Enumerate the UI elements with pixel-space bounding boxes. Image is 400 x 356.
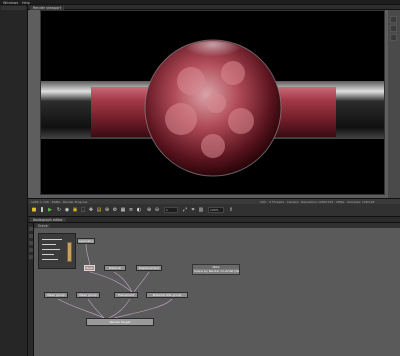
camera-icon[interactable]: ◉	[64, 207, 70, 213]
property-row[interactable]	[42, 259, 58, 260]
properties-panel	[38, 233, 76, 269]
play-icon[interactable]: ▶	[47, 207, 53, 213]
stop-icon[interactable]: ■	[31, 207, 37, 213]
app-window: Windows Help Render viewport 1280 × 720 …	[0, 0, 400, 356]
property-slider[interactable]	[67, 242, 72, 262]
node-tool-icon[interactable]	[29, 234, 33, 238]
node-material-osl-group[interactable]: Material OSL group	[146, 292, 188, 298]
node-tool-icon[interactable]	[29, 241, 33, 245]
node-tool-icon[interactable]	[29, 255, 33, 259]
frame-field[interactable]: 1	[164, 207, 178, 213]
property-row[interactable]	[42, 239, 62, 240]
node-mesh[interactable]: Mesh	[84, 265, 95, 271]
lock-icon[interactable]: ▤	[96, 207, 102, 213]
node-tool-icon[interactable]	[29, 227, 33, 231]
render-toolbar: ■ ❚ ▶ ↻ ◉ ▣ ⬚ ✥ ▤ ⊕ ⚙ ▦ ≡ ◐ ⊕ ⊖ 1 ⤢ ⌗ ▥ …	[28, 204, 400, 217]
settings-icon[interactable]: ⚙	[112, 207, 118, 213]
zoom-field[interactable]: 100%	[208, 207, 224, 213]
viewport-tool-icon[interactable]	[390, 34, 397, 41]
zoom-in-icon[interactable]: ⊕	[146, 207, 152, 213]
menu-item-windows[interactable]: Windows	[3, 1, 18, 5]
viewport-tool-icon[interactable]	[390, 16, 397, 23]
node-mesh-group-2[interactable]: Mesh group	[76, 292, 100, 298]
wire	[133, 271, 150, 293]
grid-icon[interactable]: ▦	[120, 207, 126, 213]
render-image	[40, 10, 385, 195]
node-render-target[interactable]: Render target	[86, 318, 154, 326]
node-geometry[interactable]: Geometry	[77, 238, 95, 244]
left-panel	[0, 5, 28, 356]
node-tool-icon[interactable]	[29, 248, 33, 252]
note-text: Scene by Render Co-Artist (developer)	[194, 269, 239, 273]
color-icon[interactable]: ◐	[136, 207, 142, 213]
nodegraph-canvas[interactable]: Geometry Mesh Material Displacement Note…	[34, 228, 400, 356]
histogram-icon[interactable]: ▥	[198, 207, 204, 213]
render-scene	[41, 39, 384, 177]
pick-icon[interactable]: ✥	[88, 207, 94, 213]
wire	[57, 298, 105, 319]
tab-render-viewport[interactable]: Render viewport	[30, 5, 64, 10]
layers-icon[interactable]: ≡	[128, 207, 134, 213]
export-icon[interactable]: ⇪	[228, 207, 234, 213]
property-row[interactable]	[42, 244, 56, 245]
left-panel-tab[interactable]	[1, 6, 26, 10]
node-material[interactable]: Material	[104, 265, 126, 271]
fit-icon[interactable]: ⤢	[182, 207, 188, 213]
pause-icon[interactable]: ❚	[39, 207, 45, 213]
snapshot-icon[interactable]: ▣	[72, 207, 78, 213]
restart-icon[interactable]: ↻	[56, 207, 62, 213]
property-row[interactable]	[42, 249, 60, 250]
focus-icon[interactable]: ⊕	[104, 207, 110, 213]
wire	[85, 243, 91, 267]
tab-nodegraph-editor[interactable]: Nodegraph editor	[30, 217, 66, 222]
region-icon[interactable]: ⬚	[80, 207, 86, 213]
viewport-tool-icon[interactable]	[390, 25, 397, 32]
wire	[87, 298, 105, 319]
crop-icon[interactable]: ⌗	[190, 207, 196, 213]
tab-scene[interactable]: Scene	[36, 223, 50, 228]
node-displacement[interactable]: Displacement	[136, 265, 162, 271]
property-row[interactable]	[42, 254, 54, 255]
menu-item-help[interactable]: Help	[22, 1, 30, 5]
node-mesh-group-1[interactable]: Mesh group	[44, 292, 68, 298]
glass-highlight	[183, 41, 243, 65]
note-node[interactable]: Note Scene by Render Co-Artist (develope…	[192, 264, 240, 275]
viewport-side-toolbar	[388, 10, 400, 198]
zoom-out-icon[interactable]: ⊖	[154, 207, 160, 213]
node-placement[interactable]: Placement	[114, 292, 138, 298]
